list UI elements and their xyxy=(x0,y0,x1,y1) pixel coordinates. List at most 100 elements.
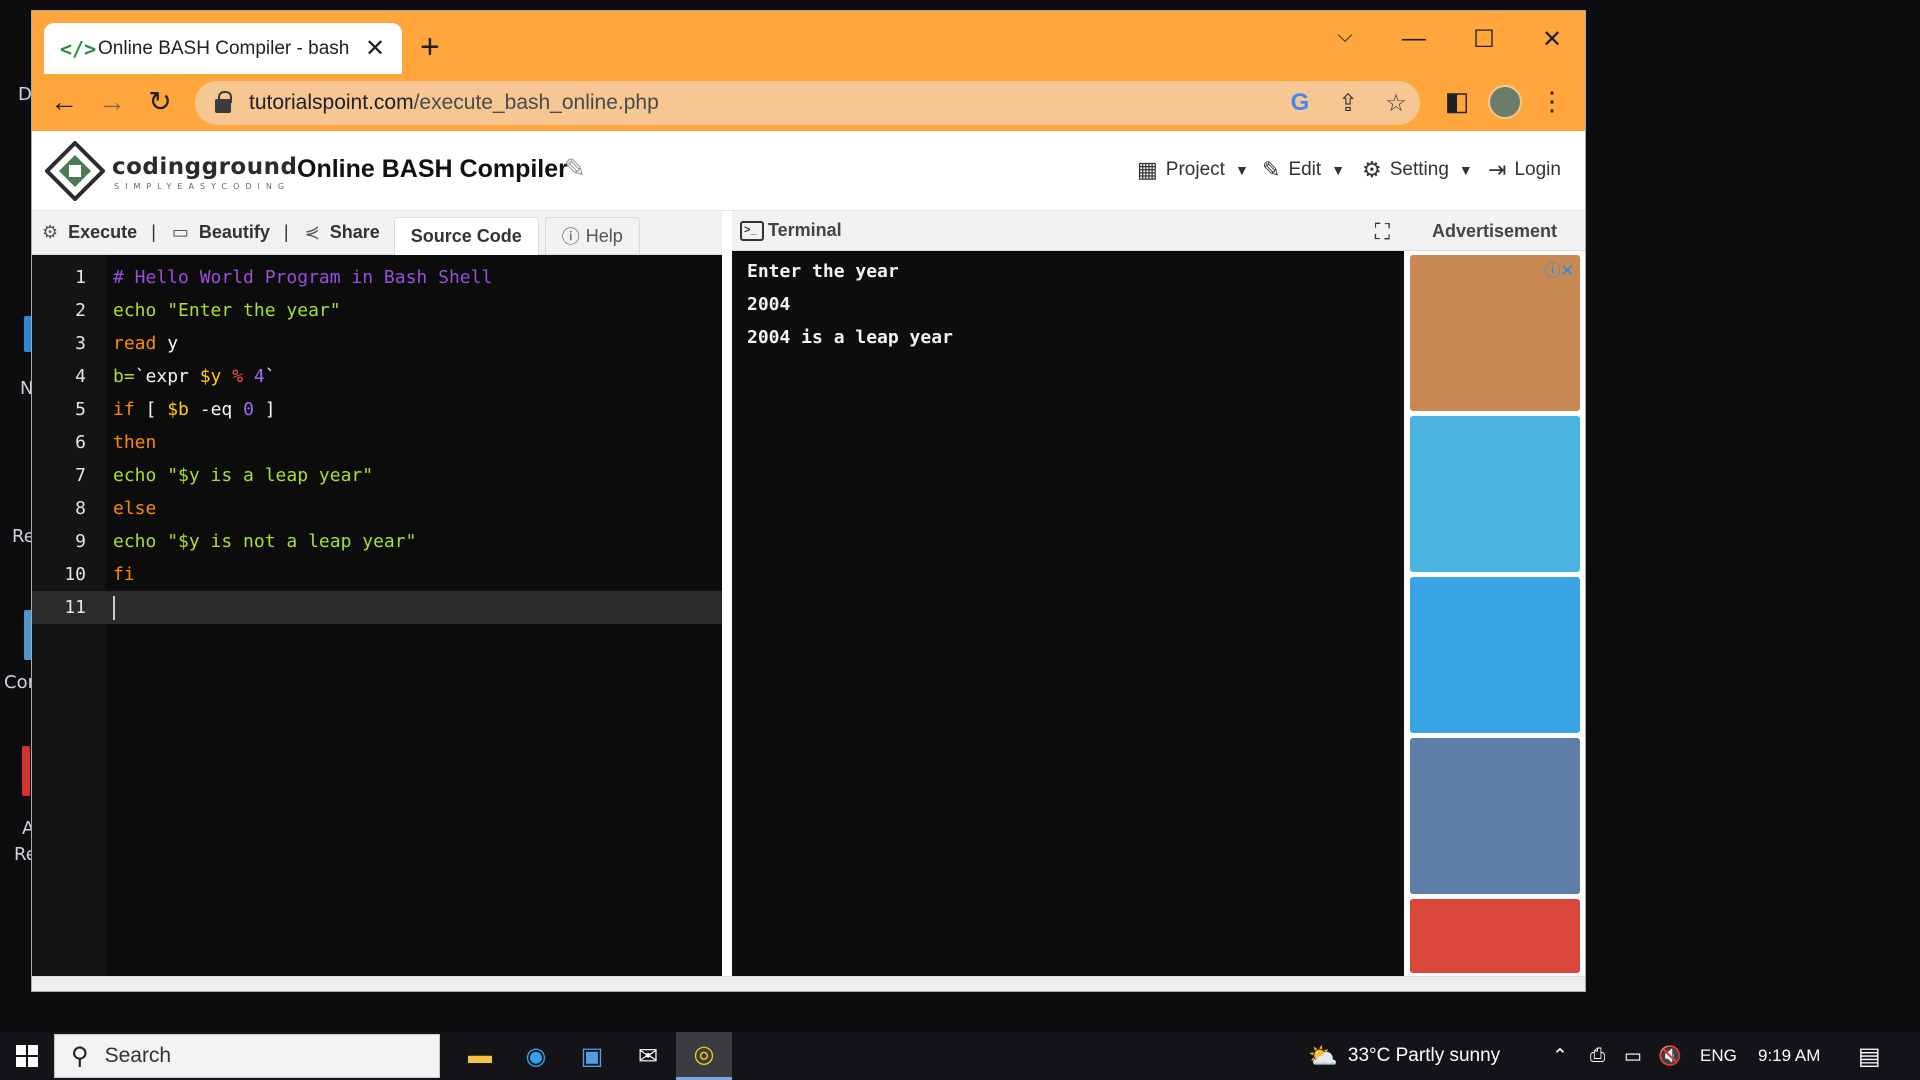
code-text[interactable]: fi xyxy=(113,564,135,585)
url-text[interactable]: tutorialspoint.com/execute_bash_online.p… xyxy=(249,91,1276,115)
page-title: Online BASH Compiler xyxy=(297,155,568,183)
desktop-icon[interactable] xyxy=(24,610,32,660)
page-footer xyxy=(32,976,1585,991)
share-nodes-icon: ⋞ xyxy=(304,222,320,242)
terminal-output[interactable]: Enter the year 2004 2004 is a leap year xyxy=(732,251,1404,976)
new-tab-icon[interactable]: + xyxy=(420,30,440,64)
meet-icon[interactable]: ⎙ xyxy=(1590,1032,1605,1080)
back-icon[interactable]: ← xyxy=(46,84,82,120)
bookmark-star-icon[interactable]: ☆ xyxy=(1372,89,1420,118)
text-cursor xyxy=(113,595,115,620)
side-panel-icon[interactable]: ◧ xyxy=(1439,86,1475,117)
code-line[interactable]: 9 echo "$y is not a leap year" xyxy=(32,525,722,558)
code-line[interactable]: 4 b=`expr $y % 4` xyxy=(32,360,722,393)
codingground-logo-icon[interactable] xyxy=(45,141,105,201)
code-line[interactable]: 5 if [ $b -eq 0 ] xyxy=(32,393,722,426)
ad-bike-game[interactable]: ⓘ✕ xyxy=(1410,255,1580,411)
edit-title-icon[interactable]: ✎ xyxy=(564,153,586,184)
close-window-icon[interactable]: ✕ xyxy=(1532,25,1572,54)
menu-edit[interactable]: ✎ Edit ▼ xyxy=(1262,157,1345,183)
start-button[interactable] xyxy=(0,1032,54,1080)
code-text[interactable]: else xyxy=(113,498,156,519)
desktop-icon[interactable] xyxy=(24,316,32,352)
gears-icon: ⚙ xyxy=(42,222,59,242)
menu-setting[interactable]: ⚙ Setting ▼ xyxy=(1362,157,1473,183)
line-number: 2 xyxy=(75,300,86,321)
edge-icon[interactable]: ◉ xyxy=(508,1032,564,1080)
code-line[interactable]: 7 echo "$y is a leap year" xyxy=(32,459,722,492)
mail-icon[interactable]: ✉ xyxy=(620,1032,676,1080)
tab-source-code[interactable]: Source Code xyxy=(393,216,539,255)
code-line[interactable]: 2 echo "Enter the year" xyxy=(32,294,722,327)
weather-text: 33°C Partly sunny xyxy=(1347,1045,1501,1066)
pane-splitter[interactable] xyxy=(722,211,732,976)
logo-text[interactable]: codingground xyxy=(112,154,297,180)
execute-button[interactable]: ⚙ Execute xyxy=(42,222,137,243)
menu-kebab-icon[interactable]: ⋮ xyxy=(1534,86,1570,117)
code-text[interactable]: # Hello World Program in Bash Shell xyxy=(113,267,492,288)
close-tab-icon[interactable]: ✕ xyxy=(360,34,390,63)
help-button[interactable]: ⓘ Help xyxy=(544,216,640,255)
notifications-icon[interactable]: ▤ xyxy=(1858,1032,1881,1080)
chevron-up-icon[interactable]: ⌃ xyxy=(1552,1032,1568,1080)
weather-widget[interactable]: ⛅ 33°C Partly sunny xyxy=(1308,1032,1500,1080)
code-text[interactable]: b=`expr $y % 4` xyxy=(113,366,276,387)
code-line[interactable]: 6 then xyxy=(32,426,722,459)
ad-info-close-icon[interactable]: ⓘ✕ xyxy=(1545,257,1574,281)
language-indicator[interactable]: ENG xyxy=(1700,1032,1737,1080)
separator: | xyxy=(283,222,289,242)
beautify-button[interactable]: ▭ Beautify xyxy=(172,222,270,243)
ad-hill-climb[interactable] xyxy=(1410,416,1580,572)
code-text[interactable]: echo "$y is a leap year" xyxy=(113,465,373,486)
code-line[interactable]: 8 else xyxy=(32,492,722,525)
desktop-label[interactable]: Cor xyxy=(4,672,35,693)
ad-racing[interactable] xyxy=(1410,738,1580,894)
share-button[interactable]: ⋞ Share xyxy=(305,222,380,243)
menu-project[interactable]: ▦ Project ▼ xyxy=(1137,157,1249,183)
chrome-icon[interactable]: ◎ xyxy=(676,1032,732,1080)
ad-fruit[interactable] xyxy=(1410,899,1580,973)
question-circle-icon: ⓘ xyxy=(561,227,580,247)
forward-icon[interactable]: → xyxy=(94,84,130,120)
code-favicon-icon: </> xyxy=(60,36,97,61)
code-line[interactable]: 1 # Hello World Program in Bash Shell xyxy=(32,261,722,294)
menu-login[interactable]: ⇥ Login xyxy=(1488,157,1561,183)
volume-muted-icon[interactable]: 🔇 xyxy=(1658,1032,1682,1080)
code-line[interactable]: 3 read y xyxy=(32,327,722,360)
fullscreen-icon[interactable]: ⛶ xyxy=(1375,219,1390,245)
code-line[interactable]: 11 xyxy=(32,591,722,624)
partly-sunny-icon: ⛅ xyxy=(1308,1042,1338,1070)
store-icon[interactable]: ▣ xyxy=(564,1032,620,1080)
google-icon[interactable]: G xyxy=(1276,89,1324,117)
code-text[interactable]: read y xyxy=(113,333,178,354)
battery-icon[interactable]: ▭ xyxy=(1624,1032,1642,1080)
share-icon[interactable]: ⇪ xyxy=(1324,89,1372,118)
separator: | xyxy=(151,222,156,242)
ad-hammer-man[interactable] xyxy=(1410,577,1580,733)
tab-title: Online BASH Compiler - bash xyxy=(98,37,350,59)
code-line[interactable]: 10 fi xyxy=(32,558,722,591)
reload-icon[interactable]: ↻ xyxy=(142,84,178,120)
terminal-header: >_ Terminal ⛶ xyxy=(732,211,1404,251)
minimize-icon[interactable]: — xyxy=(1394,25,1434,53)
desktop-label[interactable]: D xyxy=(18,84,32,105)
clock[interactable]: 9:19 AM xyxy=(1758,1032,1820,1080)
code-text[interactable]: then xyxy=(113,432,156,453)
lock-icon[interactable] xyxy=(215,91,232,113)
search-placeholder: Search xyxy=(104,1044,172,1067)
desktop-icon[interactable] xyxy=(22,746,30,796)
code-editor[interactable]: 1 # Hello World Program in Bash Shell 2 ech… xyxy=(32,255,722,976)
tab-strip: </> Online BASH Compiler - bash ✕ + ⌵ — … xyxy=(32,11,1585,74)
profile-avatar[interactable] xyxy=(1488,85,1522,119)
address-bar[interactable]: tutorialspoint.com/execute_bash_online.p… xyxy=(195,81,1420,125)
line-number: 6 xyxy=(75,432,86,453)
code-text[interactable]: echo "$y is not a leap year" xyxy=(113,531,416,552)
browser-tab[interactable]: </> Online BASH Compiler - bash ✕ xyxy=(44,23,402,74)
code-text[interactable]: echo "Enter the year" xyxy=(113,300,341,321)
maximize-icon[interactable]: ☐ xyxy=(1464,25,1504,54)
file-explorer-icon[interactable]: ▬ xyxy=(452,1032,508,1080)
taskbar-search[interactable]: ⚲ Search xyxy=(54,1034,440,1078)
browser-toolbar: ← → ↻ tutorialspoint.com/execute_bash_on… xyxy=(32,74,1585,131)
tab-search-chevron-icon[interactable]: ⌵ xyxy=(1325,25,1365,48)
code-text[interactable]: if [ $b -eq 0 ] xyxy=(113,399,276,420)
